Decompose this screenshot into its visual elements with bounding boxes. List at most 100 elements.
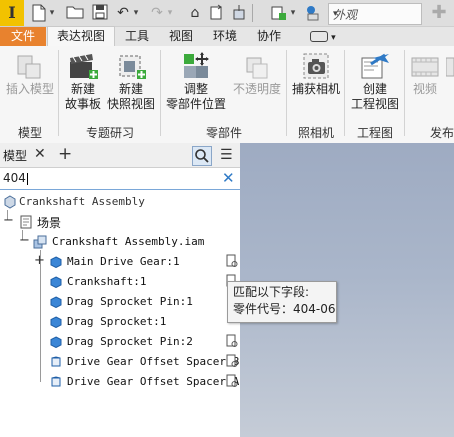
storyboard-icon <box>67 50 99 82</box>
new-snapshot-view-button[interactable]: 新建 快照视图 <box>104 50 158 112</box>
tree-part-row[interactable]: Drive Gear Offset Spacer A <box>0 372 240 392</box>
undo-dropdown-icon[interactable]: ▾ <box>132 4 140 22</box>
tree-root-node[interactable]: Crankshaft Assembly <box>0 192 240 212</box>
add-browser-icon[interactable]: + <box>58 144 72 164</box>
select-mode-icon[interactable] <box>270 4 288 22</box>
properties-icon[interactable] <box>226 374 238 388</box>
tree-part-row[interactable]: Crankshaft:1 <box>0 272 240 292</box>
drawing-view-icon <box>359 50 391 82</box>
group-divider <box>404 50 405 136</box>
new-dropdown-icon[interactable]: ▾ <box>48 4 56 22</box>
snapshot-view-icon <box>115 50 147 82</box>
save-icon[interactable] <box>91 4 109 22</box>
tree-part-row[interactable]: Drive Gear Offset Spacer B <box>0 352 240 372</box>
menu-icon[interactable]: ☰ <box>220 147 233 163</box>
tooltip-line-1: 匹配以下字段: <box>233 285 310 299</box>
create-drawing-label-1: 创建 <box>362 82 387 96</box>
group-divider <box>160 50 161 136</box>
measure-icon[interactable] <box>230 4 248 22</box>
close-icon[interactable]: ✕ <box>34 146 46 162</box>
opacity-label: 不透明度 <box>232 82 281 96</box>
raster-button[interactable] <box>446 50 454 82</box>
tree-scene-node[interactable]: − 场景 <box>0 212 240 232</box>
search-match-tooltip: 匹配以下字段: 零件代号：404-06 <box>227 281 337 323</box>
create-drawing-label-2: 工程视图 <box>350 97 399 111</box>
tweak-components-button[interactable]: 调整 零部件位置 <box>164 50 228 112</box>
group-divider <box>58 50 59 136</box>
part-icon <box>50 316 62 328</box>
opacity-icon <box>241 50 273 82</box>
tree-part-label: Drag Sprocket Pin:2 <box>67 335 193 348</box>
search-button[interactable] <box>192 146 212 166</box>
tab-collaborate[interactable]: 协作 <box>250 27 288 46</box>
properties-icon[interactable] <box>226 334 238 348</box>
create-drawing-view-button[interactable]: 创建 工程视图 <box>348 50 402 112</box>
new-storyboard-label-2: 故事板 <box>64 97 101 111</box>
tree-assembly-node[interactable]: − Crankshaft Assembly.iam <box>0 232 240 252</box>
tab-file[interactable]: 文件 <box>0 27 46 46</box>
group-label-publish: 发布 <box>430 126 454 140</box>
tree-root-label: Crankshaft Assembly <box>19 195 145 208</box>
model-browser-tree: Crankshaft Assembly − 场景 − Crankshaft As… <box>0 190 240 437</box>
chevron-down-icon: ▾ <box>333 9 338 19</box>
color-style-icon[interactable] <box>305 4 323 22</box>
tree-part-label: Main Drive Gear:1 <box>67 255 180 268</box>
ribbon-display-icon <box>310 31 329 42</box>
search-input[interactable]: 404 <box>3 171 26 185</box>
tweak-label-1: 调整 <box>183 82 208 96</box>
new-storyboard-button[interactable]: 新建 故事板 <box>62 50 104 112</box>
tab-tools[interactable]: 工具 <box>118 27 156 46</box>
tree-part-label: Drive Gear Offset Spacer B <box>67 355 240 368</box>
undo-icon[interactable]: ↶ <box>114 4 132 22</box>
appearance-select[interactable]: 外观 ▾ <box>328 3 422 25</box>
browser-title[interactable]: 模型 <box>3 147 27 164</box>
video-icon <box>409 50 441 82</box>
collapse-icon[interactable]: − <box>3 213 14 228</box>
scene-icon <box>20 215 32 229</box>
ribbon-panel: 插入模型 新建 故事板 新建 快照视图 调整 零部件位置 不透明度 捕获相机 创… <box>0 46 454 144</box>
tab-presentation[interactable]: 表达视图 <box>47 26 115 47</box>
tree-part-row[interactable]: + Main Drive Gear:1 <box>0 252 240 272</box>
part-icon <box>50 276 62 288</box>
tweak-components-icon <box>180 50 212 82</box>
group-label-camera: 照相机 <box>297 126 334 140</box>
tree-scene-label: 场景 <box>37 216 62 230</box>
new-file-icon[interactable] <box>30 4 48 22</box>
browser-search-field[interactable]: 404 ✕ <box>0 168 240 190</box>
opacity-button[interactable]: 不透明度 <box>230 50 284 97</box>
redo-dropdown-icon[interactable]: ▾ <box>166 4 174 22</box>
collapse-icon[interactable]: − <box>19 233 30 248</box>
group-label-topic: 专题研习 <box>85 126 134 140</box>
clear-search-icon[interactable]: ✕ <box>222 169 235 187</box>
tree-assembly-label: Crankshaft Assembly.iam <box>52 235 205 248</box>
tree-part-label: Crankshaft:1 <box>67 275 147 288</box>
properties-icon[interactable] <box>226 254 238 268</box>
ribbon-options-button[interactable]: ▾ <box>306 27 340 46</box>
insert-model-button[interactable]: 插入模型 <box>4 50 56 97</box>
camera-icon <box>300 50 332 82</box>
tab-view[interactable]: 视图 <box>162 27 200 46</box>
group-label-drawing: 工程图 <box>356 126 393 140</box>
update-icon[interactable] <box>208 4 226 22</box>
redo-icon[interactable]: ↷ <box>148 4 166 22</box>
properties-icon[interactable] <box>226 354 238 368</box>
tooltip-line-2: 零件代号：404-06 <box>233 302 336 316</box>
tree-part-row[interactable]: Drag Sprocket Pin:2 <box>0 332 240 352</box>
add-icon[interactable]: ✚ <box>430 4 448 22</box>
part-icon <box>50 256 62 268</box>
capture-camera-button[interactable]: 捕获相机 <box>290 50 342 97</box>
home-icon[interactable]: ⌂ <box>186 4 204 22</box>
tree-part-row[interactable]: Drag Sprocket:1 <box>0 312 240 332</box>
video-button[interactable]: 视频 <box>406 50 444 97</box>
application-menu-button[interactable]: I <box>0 0 24 26</box>
browser-header: 模型 ✕ + ☰ <box>0 143 240 168</box>
tree-part-row[interactable]: Drag Sprocket Pin:1 <box>0 292 240 312</box>
part-icon <box>51 376 61 387</box>
open-folder-icon[interactable] <box>66 4 84 22</box>
tab-environments[interactable]: 环境 <box>206 27 244 46</box>
search-icon <box>195 149 209 163</box>
toolbar-divider <box>252 4 253 22</box>
expand-icon[interactable]: + <box>34 253 45 268</box>
insert-model-label: 插入模型 <box>5 82 54 96</box>
select-dropdown-icon[interactable]: ▾ <box>289 4 297 22</box>
